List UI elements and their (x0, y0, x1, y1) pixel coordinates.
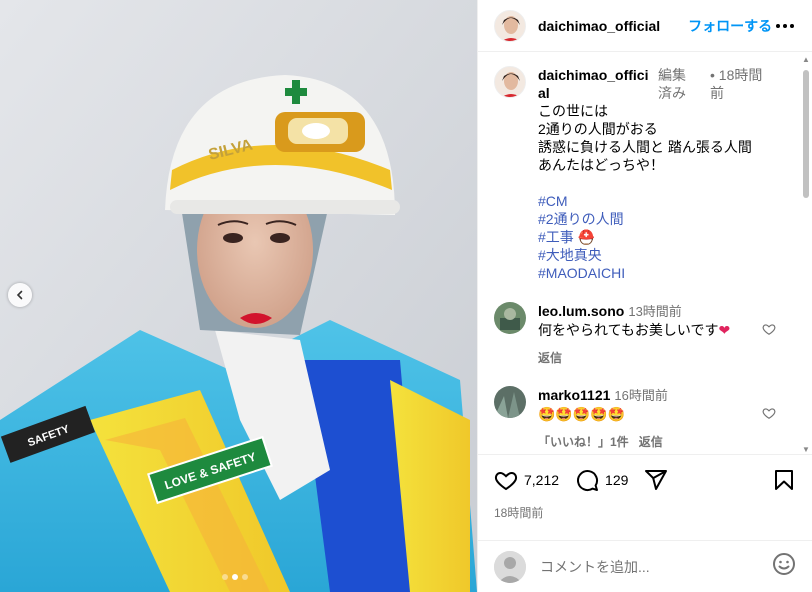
post-media[interactable]: LOVE & SAFETY SAFETY SILVA (0, 0, 477, 592)
chevron-left-icon (16, 290, 23, 300)
comment-text: 🤩🤩🤩🤩🤩 (538, 406, 626, 422)
comment-like-button[interactable] (762, 322, 776, 341)
comment-text: 何をやられてもお美しいです (538, 322, 719, 338)
post-actions: 7,212 129 (478, 454, 812, 504)
share-button[interactable] (644, 468, 668, 492)
save-button[interactable] (772, 468, 796, 492)
author-username[interactable]: daichimao_official (538, 18, 660, 34)
more-options-button[interactable] (772, 20, 798, 32)
commenter-avatar[interactable] (494, 386, 526, 418)
like-count[interactable]: 7,212 (524, 472, 559, 488)
like-button[interactable]: 7,212 (494, 468, 559, 492)
carousel-dot-active (232, 574, 238, 580)
author-avatar[interactable] (494, 9, 526, 42)
scrollbar[interactable]: ▲ ▼ (802, 56, 810, 454)
emoji-picker-button[interactable] (772, 552, 796, 581)
post-header: daichimao_official フォローする (478, 0, 812, 52)
commenter-username[interactable]: leo.lum.sono (538, 303, 624, 319)
caption-line: 2通りの人間がおる (538, 121, 658, 137)
comments-scroll-area[interactable]: ▲ ▼ daichimao_official 編集済み • 18時間前 この世に… (478, 52, 812, 454)
heart-icon (494, 471, 518, 490)
helmet-emoji-icon: ⛑️ (577, 229, 596, 245)
comment-time: 13時間前 (628, 304, 682, 319)
carousel-dot (222, 574, 228, 580)
bookmark-icon (775, 469, 793, 490)
caption-time: • 18時間前 (710, 67, 763, 101)
caption-text: この世には 2通りの人間がおる 誘惑に負ける人間と 踏ん張る人間 あんたはどっち… (538, 102, 788, 282)
more-icon (776, 23, 781, 28)
commenter-username[interactable]: marko1121 (538, 387, 610, 403)
post-photo: LOVE & SAFETY SAFETY SILVA (0, 0, 477, 592)
comment-item: marko1121 16時間前 🤩🤩🤩🤩🤩 「いいね！」1件 返信 (494, 386, 796, 450)
carousel-previous-button[interactable] (8, 283, 32, 307)
red-heart-emoji-icon: ❤ (718, 322, 731, 338)
caption-line: 誘惑に負ける人間と 踏ん張る人間 (538, 139, 752, 155)
share-icon (645, 469, 668, 490)
caption-username[interactable]: daichimao_official (538, 66, 653, 102)
comment-time: 16時間前 (614, 388, 668, 403)
hashtag-link[interactable]: #MAODAICHI (538, 264, 788, 282)
caption: daichimao_official 編集済み • 18時間前 この世には 2通… (494, 66, 796, 282)
carousel-dots (222, 574, 248, 580)
comment-icon (577, 469, 599, 491)
comment-item: leo.lum.sono 13時間前 何をやられてもお美しいです❤ 返信 (494, 302, 796, 366)
scrollbar-thumb[interactable] (803, 70, 809, 198)
follow-button[interactable]: フォローする (688, 16, 772, 36)
caption-line: あんたはどっちや！ (538, 157, 664, 173)
caption-author-avatar[interactable] (494, 66, 526, 98)
comment-button[interactable]: 129 (575, 468, 628, 492)
comment-likes-count[interactable]: 「いいね！」1件 (538, 433, 629, 450)
reply-button[interactable]: 返信 (538, 349, 562, 366)
post-sidebar: daichimao_official フォローする ▲ ▼ daichimao_… (477, 0, 812, 592)
heart-icon (762, 324, 776, 335)
current-user-avatar (494, 550, 526, 583)
reply-button[interactable]: 返信 (639, 433, 663, 450)
post-timestamp[interactable]: 18時間前 (478, 504, 812, 522)
comment-count[interactable]: 129 (605, 472, 628, 488)
hashtag-link[interactable]: #工事 (538, 229, 574, 245)
instagram-post-viewer: LOVE & SAFETY SAFETY SILVA daichimao_off… (0, 0, 812, 592)
add-comment-input[interactable] (540, 558, 772, 575)
heart-icon (762, 408, 776, 419)
commenter-avatar[interactable] (494, 302, 526, 334)
add-comment-bar (478, 540, 812, 592)
carousel-dot (242, 574, 248, 580)
comment-like-button[interactable] (762, 406, 776, 425)
hashtag-row-construction: #工事 ⛑️ (538, 228, 788, 246)
hashtag-link[interactable]: #2通りの人間 (538, 210, 788, 228)
caption-line: この世には (538, 103, 608, 119)
hashtag-link[interactable]: #大地真央 (538, 246, 788, 264)
hashtag-link[interactable]: #CM (538, 192, 788, 210)
edited-label: 編集済み (658, 67, 686, 101)
emoji-icon (773, 553, 795, 575)
